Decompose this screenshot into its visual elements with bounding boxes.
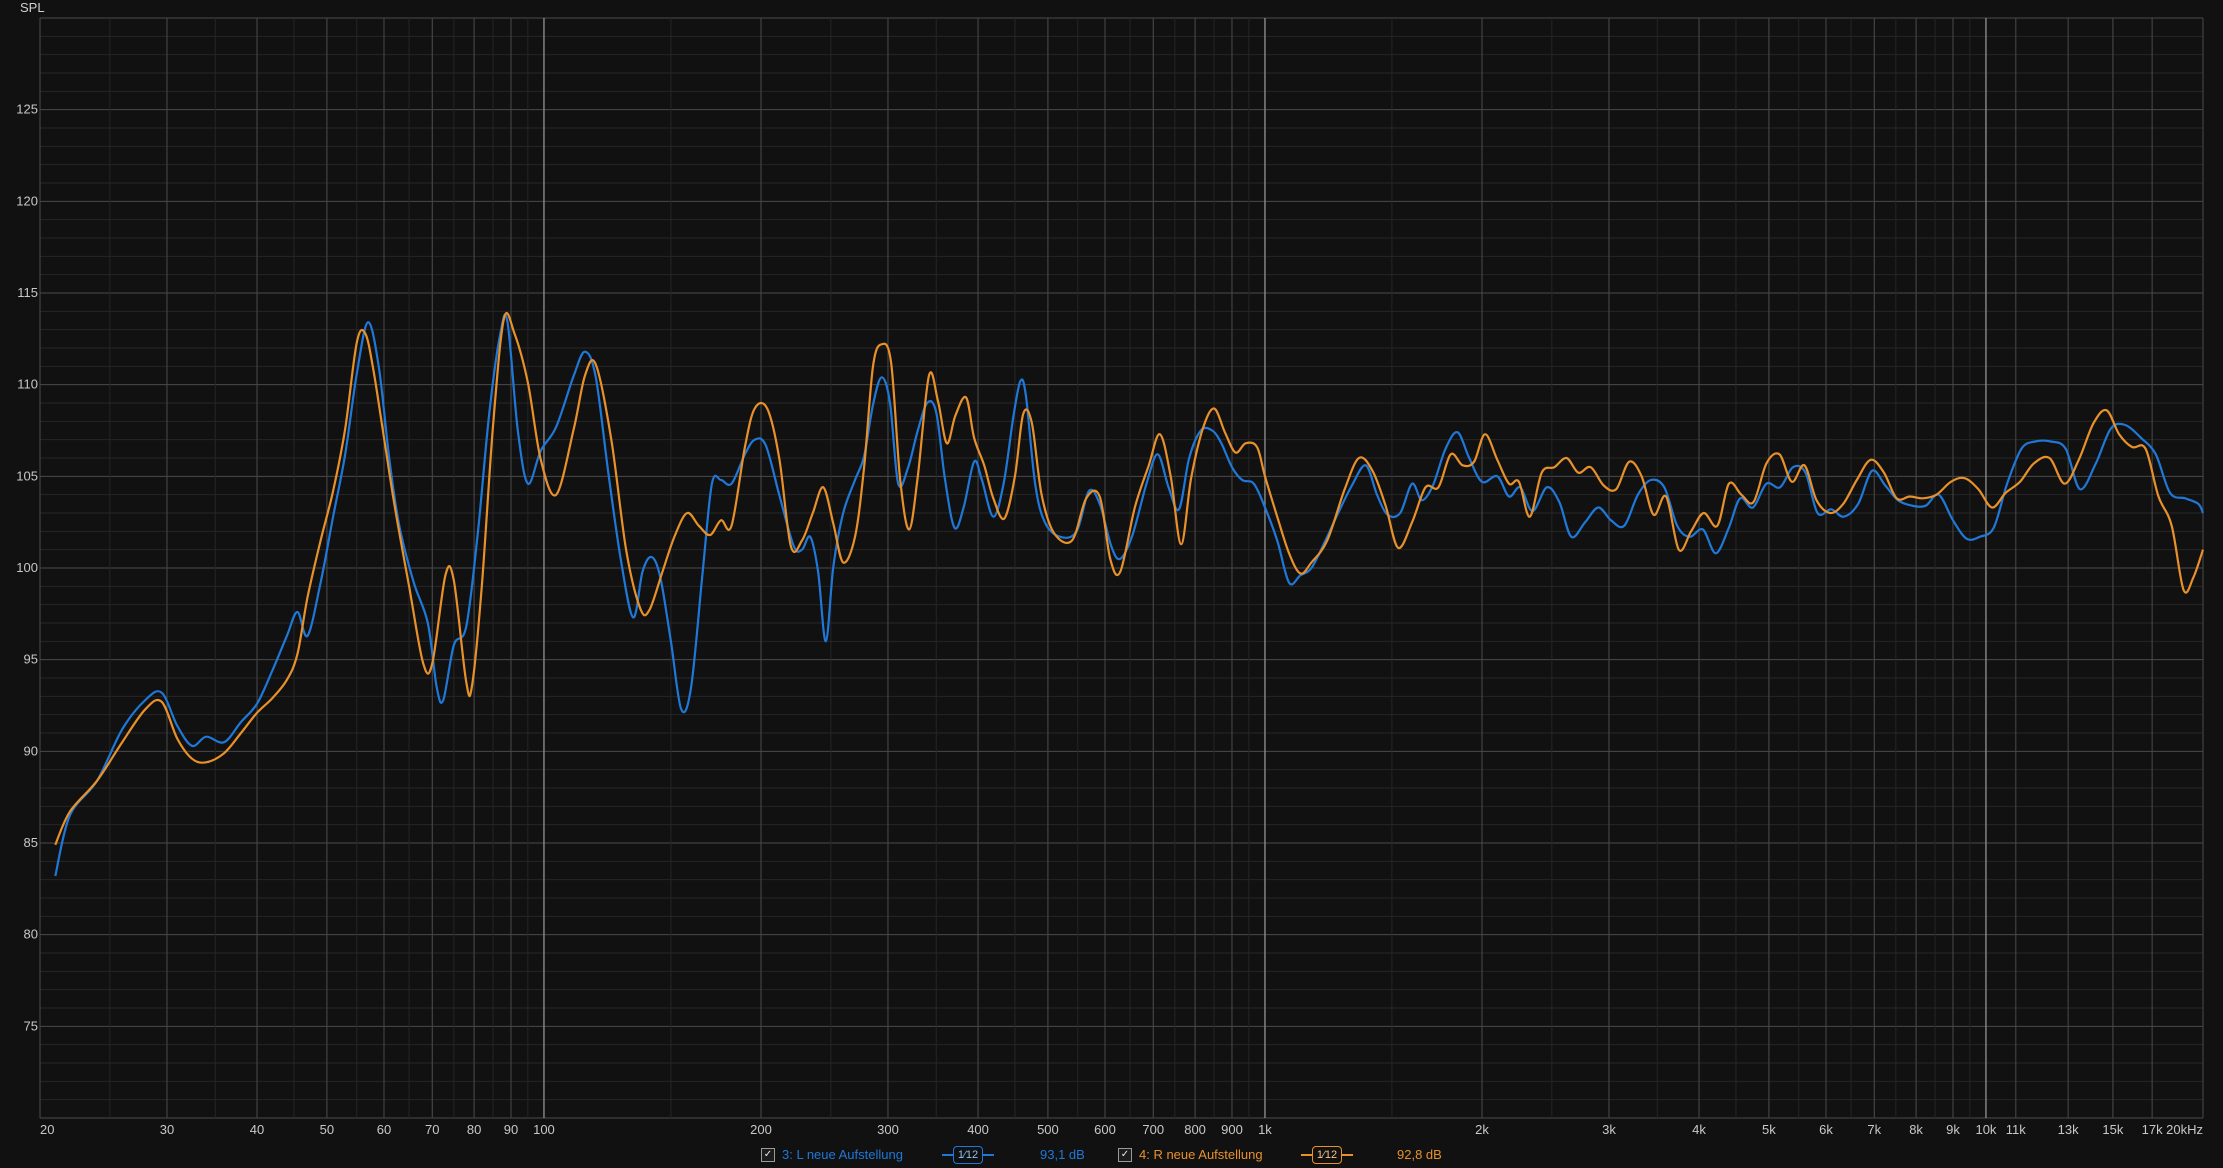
legend-item-left: ✓ 3: L neue Aufstellung — [761, 1147, 903, 1163]
x-tick-label: 400 — [967, 1122, 989, 1137]
y-tick-label: 90 — [24, 743, 38, 758]
y-tick-label: 75 — [24, 1018, 38, 1033]
x-tick-label: 30 — [160, 1122, 174, 1137]
x-tick-label: 300 — [877, 1122, 899, 1137]
x-tick-label: 40 — [250, 1122, 264, 1137]
x-tick-label: 20 — [40, 1122, 54, 1137]
x-tick-label: 80 — [467, 1122, 481, 1137]
x-tick-label: 60 — [377, 1122, 391, 1137]
series-right-label[interactable]: 4: R neue Aufstellung — [1139, 1147, 1263, 1163]
x-tick-label: 500 — [1037, 1122, 1059, 1137]
series-right-level: 92,8 dB — [1397, 1147, 1442, 1162]
y-tick-label: 115 — [17, 285, 38, 300]
y-tick-label: 105 — [16, 468, 38, 483]
x-tick-label: 10k — [1975, 1122, 1996, 1137]
x-tick-label: 15k — [2102, 1122, 2123, 1137]
y-tick-label: 95 — [24, 652, 38, 667]
x-tick-label: 9k — [1946, 1122, 1960, 1137]
x-tick-label: 6k — [1819, 1122, 1833, 1137]
x-tick-label: 70 — [425, 1122, 439, 1137]
y-tick-label: 100 — [16, 560, 38, 575]
x-tick-label: 100 — [533, 1122, 555, 1137]
x-tick-label: 600 — [1094, 1122, 1116, 1137]
x-tick-label: 50 — [320, 1122, 334, 1137]
x-tick-label: 3k — [1602, 1122, 1616, 1137]
y-tick-label: 120 — [16, 193, 38, 208]
x-tick-label: 200 — [750, 1122, 772, 1137]
y-axis-title: SPL — [20, 0, 45, 15]
x-tick-label: 2k — [1475, 1122, 1489, 1137]
x-tick-label: 900 — [1221, 1122, 1243, 1137]
x-tick-label: 8k — [1909, 1122, 1923, 1137]
series-left-smoothing[interactable]: 1⁄12 — [942, 1145, 994, 1165]
x-tick-label: 5k — [1762, 1122, 1776, 1137]
y-tick-label: 85 — [24, 835, 38, 850]
x-tick-label: 90 — [504, 1122, 518, 1137]
legend-item-right: ✓ 4: R neue Aufstellung — [1118, 1147, 1263, 1163]
x-tick-label: 800 — [1184, 1122, 1206, 1137]
series-left-checkbox[interactable]: ✓ — [761, 1148, 775, 1162]
x-axis-ticks: 20 30 40 50 60 70 80 90 100 200 300 400 500 600 700 800… — [40, 1122, 2203, 1137]
x-tick-label: 1k — [1258, 1122, 1272, 1137]
series-right-checkbox[interactable]: ✓ — [1118, 1148, 1132, 1162]
x-tick-label: 700 — [1142, 1122, 1164, 1137]
series-right-smoothing[interactable]: 1⁄12 — [1301, 1145, 1353, 1165]
x-tick-label: 4k — [1692, 1122, 1706, 1137]
x-tick-label: 20kHz — [2166, 1122, 2203, 1137]
y-tick-label: 125 — [16, 102, 38, 117]
x-tick-label: 17k — [2142, 1122, 2163, 1137]
series-right-smoothing-value: 1⁄12 — [1312, 1146, 1342, 1164]
x-tick-label: 11k — [2006, 1122, 2026, 1137]
y-axis-ticks: 75 80 85 90 95 100 105 110 115 120 125 — [16, 102, 38, 1034]
legend-bar: ✓ 3: L neue Aufstellung 1⁄12 93,1 dB ✓ 4… — [0, 1142, 2223, 1168]
x-tick-label: 7k — [1867, 1122, 1881, 1137]
spl-chart[interactable]: 75 80 85 90 95 100 105 110 115 120 125 20 30 40 50 60 7… — [0, 0, 2223, 1142]
y-tick-label: 110 — [17, 377, 38, 392]
x-tick-label: 13k — [2058, 1122, 2079, 1137]
series-left-smoothing-value: 1⁄12 — [953, 1146, 983, 1164]
y-tick-label: 80 — [24, 927, 38, 942]
series-left-label[interactable]: 3: L neue Aufstellung — [782, 1147, 903, 1163]
series-left-level: 93,1 dB — [1040, 1147, 1085, 1162]
